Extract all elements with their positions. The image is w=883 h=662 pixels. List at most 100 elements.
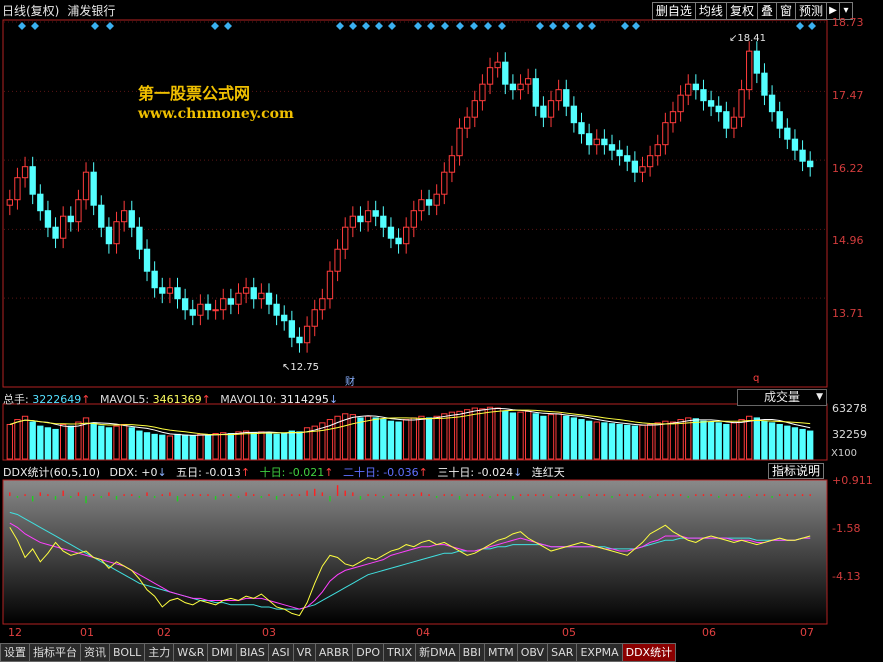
volume-bar [723,423,730,460]
indicator-help-button[interactable]: 指标说明 [768,463,824,479]
candle-down [387,226,395,239]
ddx-bar [458,496,461,500]
ddx-bar [641,494,644,496]
ddx-bar [679,494,682,496]
signal-diamond [484,22,492,30]
price-panel-frame [2,19,828,388]
volume-bar [654,422,661,460]
candle-down [761,72,768,96]
candle-up [524,78,532,85]
ddx-bar [451,494,453,496]
volume-bar [204,434,212,460]
ddx-axis-label: -1.58 [832,522,861,535]
financial-report-marker[interactable]: 财 [345,373,355,388]
ddx-bar [100,496,102,498]
ddx-bar [374,494,377,496]
volume-bar [44,427,52,460]
period-label[interactable]: 日线(复权) [2,4,59,18]
candle-up [235,292,242,305]
ddx-bar [62,490,64,496]
candle-up [547,100,555,118]
candle-up [486,67,494,85]
price-axis-label: 17.47 [832,89,864,102]
volume-bar [502,410,509,460]
tab-8[interactable]: ASI [268,643,294,662]
forecast-button[interactable]: 预测 [794,2,827,20]
candle-down [715,105,722,113]
tab-13[interactable]: 新DMA [416,643,460,662]
candle-down [372,210,379,217]
ddx-bar [306,490,308,496]
volume-bar [212,433,219,460]
overlay-button[interactable]: 叠 [756,2,776,20]
volume-bar [776,423,783,460]
tab-17[interactable]: SAR [548,643,578,662]
q-marker: q [753,373,760,384]
ddx-bar [588,494,590,496]
ddx-bar [786,494,789,496]
tab-1[interactable]: 指标平台 [30,643,81,662]
volume-bar [784,425,791,460]
tab-0[interactable]: 设置 [0,643,30,662]
tab-6[interactable]: DMI [208,643,237,662]
tab-15[interactable]: MTM [484,643,518,662]
candle-down [807,160,814,168]
tab-11[interactable]: DPO [353,643,384,662]
tab-12[interactable]: TRIX [383,643,417,662]
ddx-bar [435,496,438,498]
remove-favorite-button[interactable]: 删自选 [651,2,695,20]
candle-down [136,226,143,250]
indicator-tabs: 设置 指标平台 资讯 BOLL 主力 W&R DMI BIAS ASI VR ARBR DPO TRIX… [0,643,883,662]
volume-bar [380,419,387,460]
indicator-select[interactable]: 成交量 ▼ [737,389,827,406]
candle-down [563,89,570,107]
candle-down [296,336,303,344]
tab-19[interactable]: DDX统计 [622,643,677,662]
tab-14[interactable]: BBI [459,643,485,662]
ddx-bar [24,494,26,496]
signal-diamond [549,22,557,30]
volume-bar [730,422,738,460]
candle-down [37,193,44,212]
signal-diamond [362,22,370,30]
candle-up [14,177,21,201]
ddx-bar [420,492,423,496]
tab-18[interactable]: EXPMA [577,643,623,662]
candle-up [448,155,456,173]
candle-down [128,210,135,228]
ddx-bar [230,494,232,496]
ddx-header: DDX统计(60,5,10) DDX: +0↓ 五日: -0.013↑ 十日: … [3,466,565,479]
tab-16[interactable]: OBV [517,643,549,662]
tab-10[interactable]: ARBR [315,643,354,662]
signal-diamond [576,22,584,30]
tab-7[interactable]: BIAS [236,643,269,662]
candle-down [189,309,196,316]
tab-2[interactable]: 资讯 [81,643,110,662]
tab-4[interactable]: 主力 [145,643,175,662]
volume-bar [486,406,494,460]
x-axis-label: 03 [262,626,276,639]
window-button[interactable]: 窗 [775,2,795,20]
volume-bar [524,410,532,460]
price-axis-label: 14.96 [832,234,864,247]
ddx-bar [222,494,224,496]
volume-bar [6,423,13,460]
candle-down [540,105,547,118]
tab-3[interactable]: BOLL [110,643,146,662]
chart-window: 日线(复权) 浦发银行 删自选 均线 复权 叠 窗 预测 ▶ ▾ 第一股票公式网 … [0,0,883,662]
signal-diamond [427,22,435,30]
tab-9[interactable]: VR [293,643,316,662]
adjust-price-button[interactable]: 复权 [725,2,757,20]
ddx-axis-label: -4.13 [832,570,861,583]
ddx-bar [611,496,613,498]
volume-bar [174,433,181,460]
moving-average-button[interactable]: 均线 [694,2,726,20]
volume-bar [509,412,517,460]
candle-down [380,215,387,228]
ddx-bar [718,496,720,498]
tab-5[interactable]: W&R [174,643,209,662]
ddx-bar [161,494,163,496]
volume-bar [364,415,372,460]
ddx-bar [489,496,491,498]
low-price-marker: ↖12.75 [282,362,320,373]
